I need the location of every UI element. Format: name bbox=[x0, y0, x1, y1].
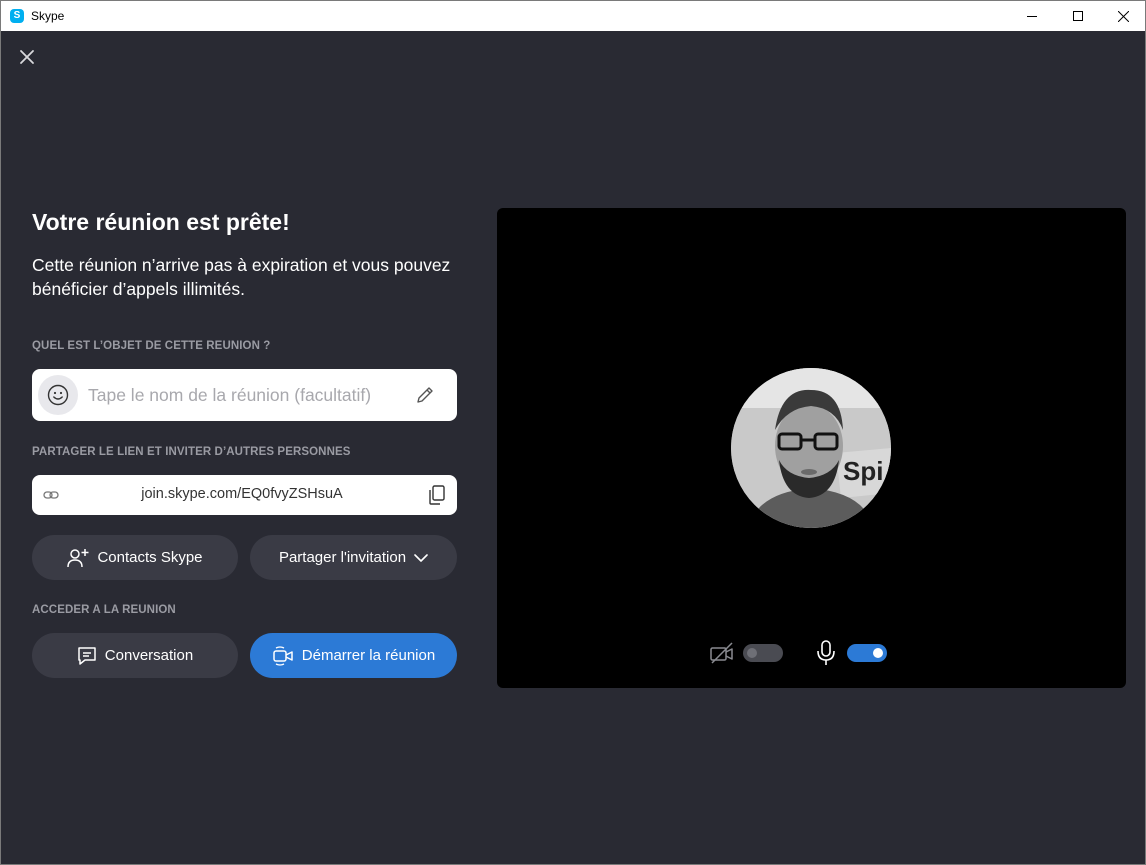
camera-toggle-knob bbox=[747, 648, 757, 658]
chevron-down-icon bbox=[414, 553, 428, 562]
maximize-button[interactable] bbox=[1055, 1, 1101, 31]
camera-off-icon bbox=[709, 640, 735, 666]
maximize-icon bbox=[1073, 11, 1083, 21]
conversation-button[interactable]: Conversation bbox=[32, 633, 238, 678]
link-icon bbox=[42, 487, 60, 503]
preview-controls bbox=[709, 638, 919, 668]
video-preview: Spi bbox=[497, 208, 1126, 688]
window-close-button[interactable] bbox=[1100, 1, 1146, 31]
edit-name-button[interactable] bbox=[412, 382, 438, 408]
start-meeting-label: Démarrer la réunion bbox=[301, 647, 436, 664]
avatar: Spi bbox=[731, 368, 891, 528]
window-title-bar: S Skype bbox=[0, 0, 1146, 31]
meeting-name-input[interactable] bbox=[88, 381, 398, 409]
skype-contacts-button[interactable]: Contacts Skype bbox=[32, 535, 238, 580]
meeting-link-box: join.skype.com/EQ0fvyZSHsuA bbox=[32, 475, 457, 515]
camera-toggle[interactable] bbox=[743, 644, 783, 662]
subject-section-label: QUEL EST L’OBJET DE CETTE REUNION ? bbox=[32, 340, 271, 352]
minimize-button[interactable] bbox=[1009, 1, 1055, 31]
svg-text:Spi: Spi bbox=[843, 456, 883, 486]
window-close-icon bbox=[1117, 10, 1129, 22]
copy-icon bbox=[429, 485, 445, 505]
share-section-label: PARTAGER LE LIEN ET INVITER D’AUTRES PER… bbox=[32, 446, 351, 458]
conversation-label: Conversation bbox=[104, 647, 194, 664]
add-contact-icon bbox=[67, 548, 89, 567]
microphone-icon bbox=[813, 640, 839, 666]
start-meeting-button[interactable]: Démarrer la réunion bbox=[250, 633, 457, 678]
meeting-description: Cette réunion n’arrive pas à expiration … bbox=[32, 255, 451, 299]
meeting-link[interactable]: join.skype.com/EQ0fvyZSHsuA bbox=[72, 486, 412, 502]
microphone-toggle-knob bbox=[873, 648, 883, 658]
meeting-setup-screen: Votre réunion est prête! Cette réunion n… bbox=[0, 31, 1146, 865]
smiley-icon bbox=[47, 384, 69, 406]
window-title: Skype bbox=[31, 9, 65, 23]
join-section-label: ACCEDER A LA REUNION bbox=[32, 604, 176, 616]
share-invitation-label: Partager l'invitation bbox=[278, 549, 407, 566]
pencil-icon bbox=[417, 387, 433, 403]
chat-icon bbox=[78, 646, 96, 665]
close-button[interactable] bbox=[15, 45, 39, 69]
skype-logo: S bbox=[10, 9, 24, 23]
microphone-toggle[interactable] bbox=[847, 644, 887, 662]
close-icon bbox=[20, 50, 34, 64]
meeting-name-box bbox=[32, 369, 457, 421]
share-invitation-button[interactable]: Partager l'invitation bbox=[250, 535, 457, 580]
emoji-button[interactable] bbox=[38, 375, 78, 415]
copy-link-button[interactable] bbox=[426, 483, 448, 507]
skype-contacts-label: Contacts Skype bbox=[97, 549, 203, 566]
video-camera-icon bbox=[273, 645, 293, 666]
minimize-icon bbox=[1027, 16, 1037, 17]
page-title: Votre réunion est prête! bbox=[32, 209, 290, 235]
